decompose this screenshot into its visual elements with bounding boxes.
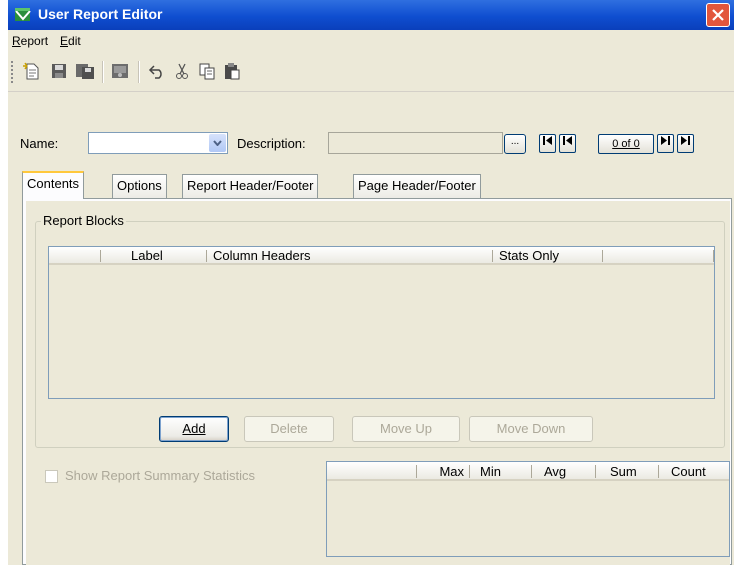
save-icon[interactable] — [47, 59, 71, 83]
report-blocks-table[interactable]: Label Column Headers Stats Only — [48, 246, 715, 399]
cut-icon[interactable] — [170, 59, 194, 83]
record-counter-text: 0 of 0 — [612, 138, 640, 150]
next-icon — [661, 136, 670, 145]
tab-options[interactable]: Options — [112, 174, 167, 198]
first-record-button[interactable] — [539, 134, 556, 153]
previous-icon — [563, 136, 572, 145]
show-summary-checkbox[interactable] — [45, 470, 58, 483]
last-record-button[interactable] — [677, 134, 694, 153]
stats-header-max[interactable]: Max — [417, 462, 470, 481]
title-bar[interactable]: User Report Editor — [8, 0, 734, 30]
save-as-icon[interactable] — [73, 59, 97, 83]
menu-bar: Report Edit — [8, 30, 734, 52]
toolbar-separator — [102, 61, 104, 83]
preview-icon[interactable] — [108, 59, 132, 83]
app-icon — [14, 7, 32, 23]
description-browse-button[interactable]: ... — [504, 134, 526, 154]
summary-stats-table[interactable]: Max Min Avg Sum Count — [326, 461, 730, 557]
name-combobox[interactable] — [88, 132, 228, 154]
table-header-label[interactable]: Label — [101, 247, 207, 265]
add-button[interactable]: Add — [159, 416, 229, 442]
stats-header-min[interactable]: Min — [470, 462, 532, 481]
last-icon — [681, 136, 690, 145]
show-summary-label[interactable]: Show Report Summary Statistics — [65, 468, 255, 483]
paste-icon[interactable] — [220, 59, 244, 83]
menu-report[interactable]: Report — [12, 34, 48, 48]
new-report-icon[interactable] — [20, 59, 44, 83]
tab-page-header-footer[interactable]: Page Header/Footer — [353, 174, 481, 198]
delete-button[interactable]: Delete — [244, 416, 334, 442]
record-counter: 0 of 0 — [598, 134, 654, 154]
window-title: User Report Editor — [38, 6, 163, 22]
move-up-button[interactable]: Move Up — [352, 416, 460, 442]
toolbar — [8, 55, 734, 92]
previous-record-button[interactable] — [559, 134, 576, 153]
move-down-button[interactable]: Move Down — [469, 416, 593, 442]
close-icon — [712, 9, 724, 21]
copy-icon[interactable] — [195, 59, 219, 83]
name-label: Name: — [20, 136, 59, 151]
stats-header-count[interactable]: Count — [659, 462, 729, 481]
description-label: Description: — [237, 136, 306, 151]
report-blocks-title: Report Blocks — [41, 213, 126, 228]
table-header-cell[interactable] — [49, 247, 101, 265]
stats-header-sum[interactable]: Sum — [596, 462, 659, 481]
table-header-stats-only[interactable]: Stats Only — [493, 247, 603, 265]
table-header-cell[interactable] — [603, 247, 714, 265]
report-editor-window: User Report Editor Report Edit Name: Des… — [8, 0, 734, 565]
menu-edit[interactable]: Edit — [60, 34, 81, 48]
table-header-column-headers[interactable]: Column Headers — [207, 247, 493, 265]
toolbar-grip[interactable] — [11, 61, 16, 83]
stats-header-cell[interactable] — [327, 462, 417, 481]
tab-report-header-footer[interactable]: Report Header/Footer — [182, 174, 319, 198]
toolbar-separator — [138, 61, 140, 83]
next-record-button[interactable] — [657, 134, 674, 153]
undo-icon[interactable] — [145, 59, 169, 83]
first-icon — [543, 136, 552, 145]
chevron-down-icon[interactable] — [209, 134, 226, 152]
description-field[interactable] — [328, 132, 503, 154]
tab-contents[interactable]: Contents — [22, 171, 85, 199]
stats-header-avg[interactable]: Avg — [532, 462, 596, 481]
close-button[interactable] — [706, 3, 730, 27]
